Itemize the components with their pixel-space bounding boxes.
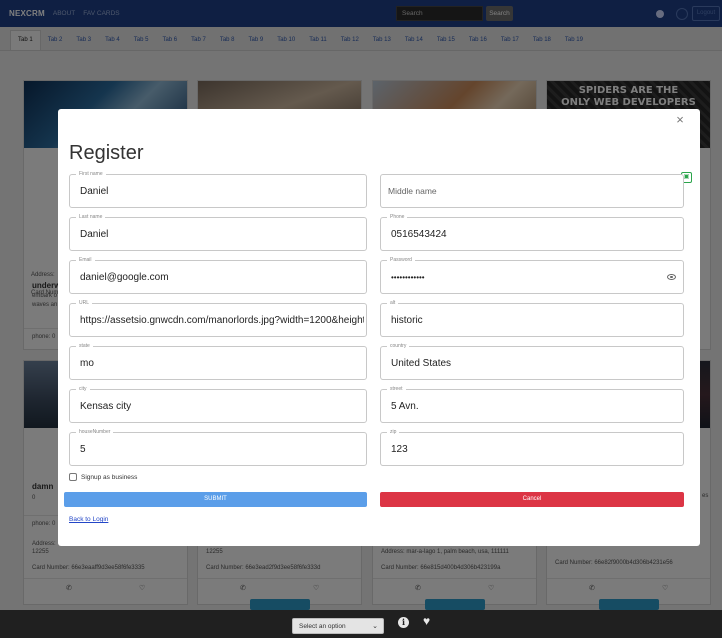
field-label: houseNumber bbox=[76, 429, 114, 435]
field-value: 5 bbox=[80, 444, 86, 455]
field-label: Password bbox=[387, 257, 415, 263]
phone-field[interactable]: Phone 0516543424 bbox=[380, 214, 684, 251]
field-value: https://assetsio.gnwcdn.com/manorlords.j… bbox=[80, 315, 364, 326]
field-value: Kensas city bbox=[80, 401, 132, 412]
field-label: alt bbox=[387, 300, 399, 306]
field-value: •••••••••••• bbox=[391, 273, 425, 282]
country-field[interactable]: country United States bbox=[380, 343, 684, 380]
field-label: street bbox=[387, 386, 406, 392]
street-field[interactable]: street 5 Avn. bbox=[380, 386, 684, 423]
field-label: city bbox=[76, 386, 90, 392]
field-value: 0516543424 bbox=[391, 229, 447, 240]
info-icon[interactable]: i bbox=[398, 617, 409, 628]
field-value: United States bbox=[391, 358, 452, 369]
field-value: 123 bbox=[391, 444, 408, 455]
house-number-field[interactable]: houseNumber 5 bbox=[69, 429, 367, 466]
zip-field[interactable]: zip 123 bbox=[380, 429, 684, 466]
select-value: Select an option bbox=[299, 623, 346, 630]
close-icon[interactable]: × bbox=[672, 112, 688, 128]
option-select[interactable]: Select an option ⌄ bbox=[292, 618, 384, 634]
modal-title: Register bbox=[69, 142, 144, 164]
middle-name-field[interactable]: Middle name bbox=[380, 174, 684, 208]
first-name-field[interactable]: First name Daniel bbox=[69, 171, 367, 208]
chevron-down-icon: ⌄ bbox=[372, 623, 378, 630]
field-label: Email bbox=[76, 257, 95, 263]
field-placeholder: Middle name bbox=[388, 186, 437, 196]
field-label: URL bbox=[76, 300, 93, 306]
field-label: First name bbox=[76, 171, 106, 177]
email-field[interactable]: Email daniel@google.com bbox=[69, 257, 367, 294]
alt-field[interactable]: alt historic bbox=[380, 300, 684, 337]
favorites-heart-icon[interactable]: ♥ bbox=[423, 614, 430, 628]
back-to-login-link[interactable]: Back to Login bbox=[69, 516, 108, 523]
field-value: 5 Avn. bbox=[391, 401, 419, 412]
url-field[interactable]: URL https://assetsio.gnwcdn.com/manorlor… bbox=[69, 300, 367, 337]
field-label: state bbox=[76, 343, 93, 349]
field-label: Last name bbox=[76, 214, 106, 220]
password-field[interactable]: Password •••••••••••• bbox=[380, 257, 684, 294]
city-field[interactable]: city Kensas city bbox=[69, 386, 367, 423]
state-field[interactable]: state mo bbox=[69, 343, 367, 380]
business-checkbox[interactable] bbox=[69, 473, 77, 481]
field-value: Daniel bbox=[80, 186, 109, 197]
eye-icon[interactable] bbox=[667, 274, 676, 280]
field-label: zip bbox=[387, 429, 400, 435]
cancel-button[interactable]: Cancel bbox=[380, 492, 684, 507]
field-value: mo bbox=[80, 358, 94, 369]
field-label: country bbox=[387, 343, 410, 349]
field-value: Daniel bbox=[80, 229, 109, 240]
business-checkbox-label[interactable]: Signup as business bbox=[81, 474, 137, 481]
field-value: historic bbox=[391, 315, 423, 326]
field-value: daniel@google.com bbox=[80, 272, 169, 283]
submit-button[interactable]: SUBMIT bbox=[64, 492, 367, 507]
last-name-field[interactable]: Last name Daniel bbox=[69, 214, 367, 251]
field-label: Phone bbox=[387, 214, 408, 220]
